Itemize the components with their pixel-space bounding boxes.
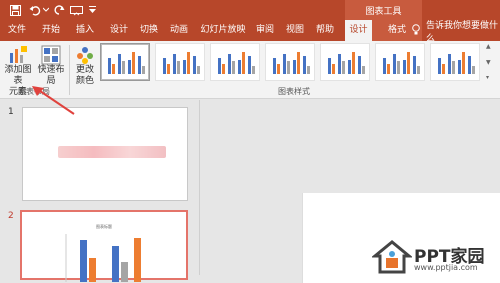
chart-style-thumb[interactable] [265,43,315,81]
slide-number: 2 [8,211,14,221]
tab-review[interactable]: 审阅 [250,20,280,41]
quick-layout-icon [35,43,67,65]
chart-style-thumb[interactable] [210,43,260,81]
blurred-title [58,146,166,158]
tab-transitions[interactable]: 切换 [134,20,164,41]
chevron-up-icon[interactable]: ▲ [486,43,495,50]
redo-icon[interactable] [53,3,65,17]
save-icon[interactable] [8,3,22,17]
group-label-chart-styles: 图表样式 [278,87,310,96]
quick-layout-label: 快速布局 [37,65,65,86]
tab-animations[interactable]: 动画 [164,20,194,41]
chart-tools-label: 图表工具 [345,0,422,20]
chart-style-thumb[interactable] [375,43,425,81]
quick-layout-button[interactable]: 快速布局 [35,43,67,87]
chart-style-thumb[interactable] [320,43,370,81]
tell-me-box[interactable]: 告诉我你想要做什么 [412,20,500,44]
watermark-url: www.pptjia.com [414,263,478,272]
lightbulb-icon [412,23,420,38]
ribbon-tab-row: 文件 开始 插入 设计 切换 动画 幻灯片放映 审阅 视图 帮助 设计 格式 告… [0,20,500,44]
chart-style-thumb[interactable] [430,43,480,81]
change-colors-label-1: 更改 [75,65,94,75]
arrow-annotation-icon [32,86,75,115]
chart-style-thumb[interactable] [100,43,150,81]
add-chart-element-icon [2,43,34,65]
watermark: PPT家园 www.pptjia.com [372,240,500,275]
more-icon[interactable]: ▾ [486,74,495,81]
tab-chart-design[interactable]: 设计 [345,20,372,41]
tab-view[interactable]: 视图 [280,20,310,41]
tab-file[interactable]: 文件 [2,20,32,41]
slide-thumbnail-selected[interactable]: 图表标题 [20,210,188,282]
chart-styles-gallery[interactable]: ▲ ▼ ▾ [100,43,495,83]
chevron-down-icon[interactable] [43,3,49,17]
mini-chart-title: 图表标题 [96,224,112,229]
tab-design[interactable]: 设计 [104,20,134,41]
gallery-scroll[interactable]: ▲ ▼ ▾ [486,43,495,81]
change-colors-button[interactable]: 更改 颜色 [72,43,98,87]
tab-help[interactable]: 帮助 [310,20,340,41]
chart-style-thumb[interactable] [155,43,205,81]
present-from-start-icon[interactable] [69,3,83,17]
tab-slideshow[interactable]: 幻灯片放映 [196,20,250,41]
undo-icon[interactable] [28,3,42,17]
title-bar: 图表工具 [0,0,500,20]
tell-me-text: 告诉我你想要做什么 [426,20,499,44]
slide-thumbnail[interactable] [22,107,188,201]
palette-icon [72,43,98,65]
tab-insert[interactable]: 插入 [70,20,100,41]
tab-home[interactable]: 开始 [36,20,66,41]
house-logo-icon [372,240,412,274]
chevron-down-icon[interactable]: ▼ [486,59,495,66]
customize-toolbar-icon[interactable] [88,3,96,17]
add-chart-element-label-1: 添加图表 [4,65,32,86]
slide-number: 1 [8,107,14,117]
